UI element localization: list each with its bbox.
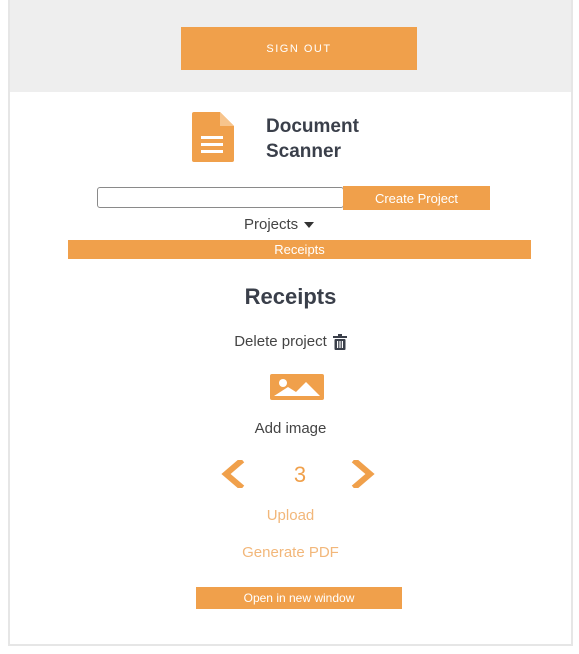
app-frame: SIGN OUT Document Scanner Create Project… xyxy=(8,0,573,646)
caret-down-icon xyxy=(304,221,315,228)
projects-toggle-label: Projects xyxy=(244,216,299,233)
top-bar: SIGN OUT xyxy=(10,0,571,92)
document-icon xyxy=(192,112,234,162)
app-title: Document Scanner xyxy=(266,114,426,164)
project-list-item[interactable]: Receipts xyxy=(68,240,531,259)
add-image-icon-button[interactable] xyxy=(270,374,324,400)
trash-icon xyxy=(332,333,347,350)
image-icon xyxy=(270,374,324,400)
delete-project-button[interactable]: Delete project xyxy=(10,333,571,350)
sign-out-button[interactable]: SIGN OUT xyxy=(181,27,417,70)
page-number: 3 xyxy=(293,462,307,487)
upload-link[interactable]: Upload xyxy=(10,507,571,524)
add-image-link[interactable]: Add image xyxy=(10,420,571,437)
projects-dropdown-toggle[interactable]: Projects xyxy=(244,216,315,233)
create-project-button[interactable]: Create Project xyxy=(343,186,490,210)
project-name-input[interactable] xyxy=(97,187,344,208)
open-in-new-window-button[interactable]: Open in new window xyxy=(196,587,402,609)
app-logo: Document Scanner xyxy=(192,112,422,164)
image-pager: 3 xyxy=(210,456,385,492)
generate-pdf-link[interactable]: Generate PDF xyxy=(10,544,571,561)
delete-project-label: Delete project xyxy=(234,333,327,350)
app-title-line-1: Document xyxy=(266,116,359,137)
chevron-right-icon[interactable] xyxy=(350,460,376,488)
project-title: Receipts xyxy=(244,284,337,309)
chevron-left-icon[interactable] xyxy=(220,460,246,488)
app-title-line-2: Scanner xyxy=(266,141,341,162)
